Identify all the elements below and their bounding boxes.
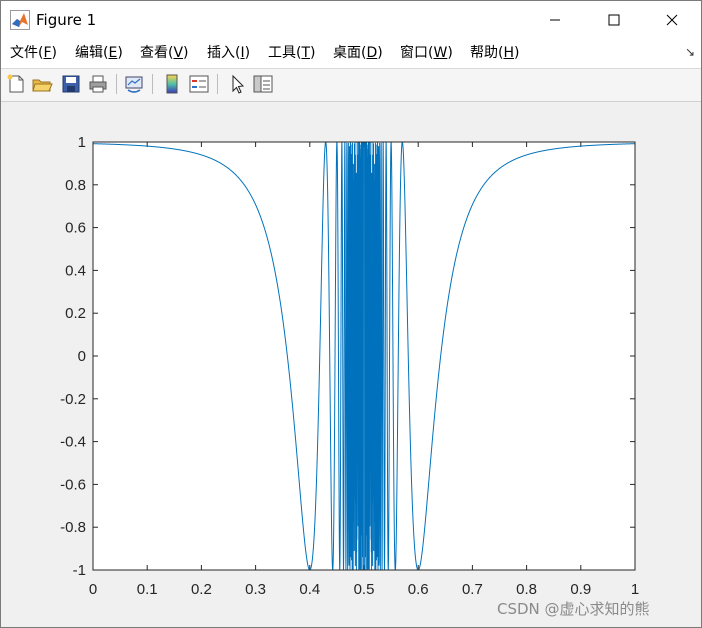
close-button[interactable] [643,1,701,39]
y-tick-label: -0.4 [60,434,86,451]
x-tick-label: 0.7 [462,581,483,598]
y-tick-label: -0.6 [60,476,86,493]
menu-file[interactable]: 文件(F) [10,45,57,62]
x-tick-label: 0.6 [408,581,429,598]
new-figure-icon[interactable] [5,73,27,95]
x-tick-label: 0 [89,581,97,598]
x-tick-label: 0.9 [570,581,591,598]
toolbar-separator [152,74,153,94]
x-tick-label: 0.5 [354,581,375,598]
property-inspector-icon[interactable] [252,73,274,95]
matlab-logo-icon [10,10,30,30]
x-tick-label: 0.1 [137,581,158,598]
y-tick-label: 0.6 [65,220,86,237]
menu-desktop[interactable]: 桌面(D) [333,45,383,62]
y-tick-label: 0 [78,348,86,365]
link-plot-icon[interactable] [123,73,145,95]
toolbar-separator [116,74,117,94]
plot-area: 1 0.8 0.6 0.4 0.2 0 -0.2 -0.4 -0.6 -0.8 -1 0 0.1 0.2… [1,102,701,627]
print-icon[interactable] [87,73,109,95]
minimize-button[interactable] [526,1,584,39]
menu-tools[interactable]: 工具(T) [268,45,316,62]
y-tick-label: -0.8 [60,519,86,536]
title-bar: Figure 1 [1,1,701,39]
menu-overflow-arrow-icon[interactable]: ↘ [685,45,695,59]
toolbar-separator [217,74,218,94]
menu-view[interactable]: 查看(V) [140,45,189,62]
x-tick-label: 0.4 [299,581,320,598]
x-tick-label: 1 [631,581,639,598]
save-icon[interactable] [60,73,82,95]
y-tick-label: -1 [73,562,86,579]
open-file-icon[interactable] [31,73,53,95]
minimize-icon [550,19,560,21]
menu-insert[interactable]: 插入(I) [207,45,250,62]
menu-window[interactable]: 窗口(W) [400,45,453,62]
x-tick-label: 0.2 [191,581,212,598]
close-icon [666,14,678,26]
y-tick-label: 0.8 [65,177,86,194]
line-chart[interactable]: 1 0.8 0.6 0.4 0.2 0 -0.2 -0.4 -0.6 -0.8 -1 0 0.1 0.2… [1,102,701,627]
window-title: Figure 1 [36,11,97,29]
figure-toolbar [1,69,701,102]
y-tick-label: 0.4 [65,262,86,279]
watermark: CSDN @虚心求知的熊 [497,600,650,618]
y-tick-label: -0.2 [60,391,86,408]
axes-background [93,142,635,570]
menu-help[interactable]: 帮助(H) [470,45,519,62]
y-tick-label: 0.2 [65,305,86,322]
insert-colorbar-icon[interactable] [161,73,183,95]
figure-window: Figure 1 文件(F) 编辑(E) 查看(V) 插入(I) 工具(T) 桌… [0,0,702,628]
insert-legend-icon[interactable] [188,73,210,95]
maximize-icon [608,14,620,26]
menu-bar: 文件(F) 编辑(E) 查看(V) 插入(I) 工具(T) 桌面(D) 窗口(W… [1,39,701,69]
y-tick-label: 1 [78,134,86,151]
menu-edit[interactable]: 编辑(E) [75,45,123,62]
edit-plot-arrow-icon[interactable] [226,73,248,95]
x-tick-label: 0.8 [516,581,537,598]
x-tick-label: 0.3 [245,581,266,598]
maximize-button[interactable] [585,1,643,39]
